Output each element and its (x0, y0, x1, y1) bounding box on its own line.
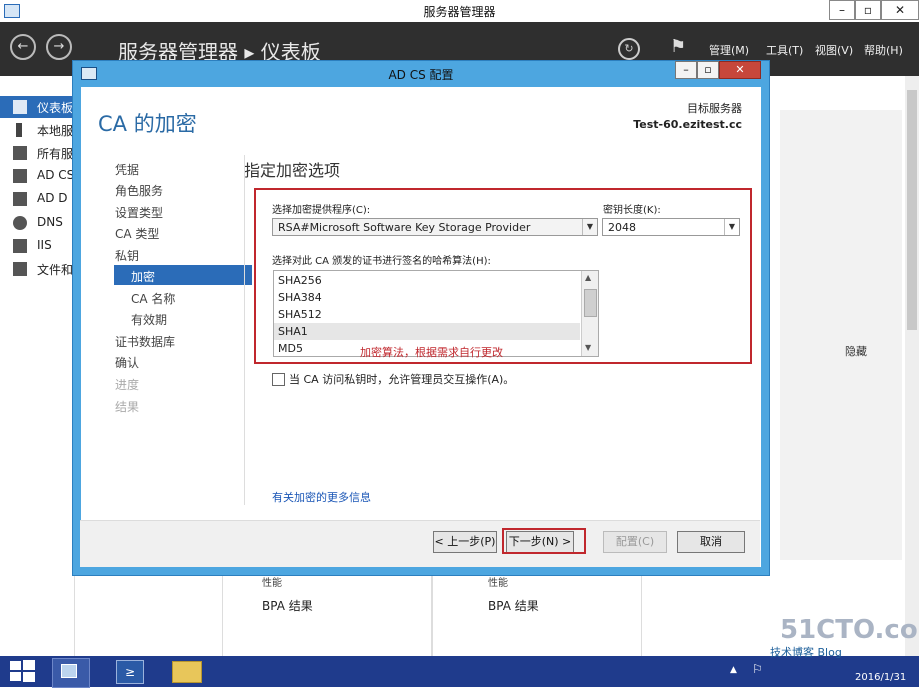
dialog-maximize-button[interactable]: ▫ (697, 61, 719, 79)
destination-server-label: 目标服务器 (687, 102, 742, 115)
provider-select[interactable]: RSA#Microsoft Software Key Storage Provi… (272, 218, 598, 236)
section-divider (244, 155, 245, 505)
background-panel (780, 110, 902, 560)
allow-admin-interaction-label[interactable]: 当 CA 访问私钥时，允许管理员交互操作(A)。 (289, 371, 514, 387)
scroll-up-icon[interactable]: ▲ (585, 273, 591, 282)
server-icon (16, 123, 22, 137)
nav-item-dns[interactable]: DNS (0, 212, 74, 234)
iis-icon (13, 239, 27, 253)
key-length-select[interactable]: 2048 ▼ (602, 218, 740, 236)
menu-tools[interactable]: 工具(T) (766, 42, 803, 58)
file-explorer-icon[interactable] (172, 661, 202, 683)
step-progress: 进度 (115, 378, 140, 392)
page-heading: CA 的加密 (98, 112, 197, 136)
server-manager-taskbar-icon[interactable] (52, 658, 90, 688)
powershell-icon[interactable]: ≥ (116, 660, 144, 684)
cancel-button[interactable]: 取消 (677, 531, 745, 553)
section-title: 指定加密选项 (244, 161, 341, 180)
minimize-button[interactable]: – (829, 0, 855, 20)
step-confirmation[interactable]: 确认 (115, 354, 139, 371)
card-bpa-label[interactable]: BPA 结果 (488, 597, 539, 614)
step-cryptography[interactable]: 加密 (131, 268, 155, 285)
menu-view[interactable]: 视图(V) (815, 42, 853, 58)
menu-help[interactable]: 帮助(H) (864, 42, 903, 58)
provider-label: 选择加密提供程序(C): (272, 205, 371, 216)
flag-icon[interactable]: ⚑ (670, 36, 688, 58)
next-button-highlight (502, 528, 586, 554)
step-validity-period[interactable]: 有效期 (131, 311, 167, 328)
dns-icon (13, 216, 27, 230)
tray-flag-icon[interactable]: ⚐ (752, 662, 763, 676)
window-title: 服务器管理器 (423, 5, 496, 19)
nav-item-adds[interactable]: AD D (0, 188, 74, 210)
maximize-button[interactable]: ▫ (855, 0, 881, 20)
configure-button: 配置(C) (603, 531, 667, 553)
role-icon (13, 192, 27, 206)
nav-item-local-server[interactable]: 本地服 (0, 119, 74, 141)
dialog-title: AD CS 配置 (388, 68, 454, 82)
main-scrollbar-thumb[interactable] (907, 90, 917, 330)
files-icon (13, 262, 27, 276)
step-private-key[interactable]: 私钥 (115, 247, 139, 264)
more-info-link[interactable]: 有关加密的更多信息 (272, 489, 371, 505)
watermark-logo: 51CTO.com (780, 615, 919, 645)
list-item[interactable]: SHA256 (274, 272, 580, 289)
key-length-label: 密钥长度(K): (603, 205, 661, 216)
annotation-text: 加密算法，根据需求自行更改 (360, 346, 503, 359)
destination-server-name: Test-60.ezitest.cc (633, 118, 742, 131)
scroll-down-icon[interactable]: ▼ (585, 343, 591, 352)
list-scrollbar[interactable]: ▲ ▼ (581, 271, 598, 356)
step-credentials[interactable]: 凭据 (115, 161, 139, 178)
chevron-down-icon[interactable]: ▼ (582, 219, 597, 235)
forward-icon[interactable]: → (46, 34, 72, 60)
role-card (222, 566, 432, 658)
list-item[interactable]: SHA512 (274, 306, 580, 323)
nav-item-iis[interactable]: IIS (0, 235, 74, 257)
dashboard-icon (13, 100, 27, 114)
taskbar-clock-date: 2016/1/31 (855, 672, 907, 683)
step-role-services[interactable]: 角色服务 (115, 182, 163, 199)
nav-item-file-services[interactable]: 文件和 (0, 258, 74, 280)
close-button[interactable]: ✕ (881, 0, 919, 20)
nav-item-all-servers[interactable]: 所有服 (0, 142, 74, 164)
step-ca-type[interactable]: CA 类型 (115, 225, 159, 242)
start-icon[interactable] (10, 660, 36, 682)
previous-button[interactable]: < 上一步(P) (433, 531, 497, 553)
step-ca-name[interactable]: CA 名称 (131, 290, 175, 307)
chevron-down-icon[interactable]: ▼ (724, 219, 739, 235)
back-icon[interactable]: ← (10, 34, 36, 60)
card-bpa-label[interactable]: BPA 结果 (262, 597, 313, 614)
allow-admin-interaction-checkbox[interactable] (272, 373, 285, 386)
watermark-subtitle: 技术博客 Blog (770, 646, 842, 659)
servers-icon (13, 146, 27, 160)
list-item-selected[interactable]: SHA1 (274, 323, 580, 340)
hash-algorithm-label: 选择对此 CA 颁发的证书进行签名的哈希算法(H): (272, 256, 491, 267)
step-results: 结果 (115, 400, 140, 414)
step-setup-type[interactable]: 设置类型 (115, 204, 163, 221)
dialog-minimize-button[interactable]: – (675, 61, 697, 79)
step-certificate-database[interactable]: 证书数据库 (115, 333, 175, 350)
hide-link[interactable]: 隐藏 (845, 343, 867, 359)
nav-item-adcs[interactable]: AD CS (0, 165, 74, 187)
refresh-icon[interactable]: ↻ (618, 38, 640, 60)
card-performance-label[interactable]: 性能 (262, 574, 282, 589)
menu-manage[interactable]: 管理(M) (709, 42, 749, 58)
nav-item-dashboard[interactable]: 仪表板 (0, 96, 74, 118)
tray-up-icon[interactable]: ▲ (730, 665, 737, 675)
dialog-close-button[interactable]: ✕ (719, 61, 761, 79)
list-item[interactable]: SHA384 (274, 289, 580, 306)
role-icon (13, 169, 27, 183)
scroll-thumb[interactable] (584, 289, 597, 317)
card-performance-label[interactable]: 性能 (488, 574, 508, 589)
